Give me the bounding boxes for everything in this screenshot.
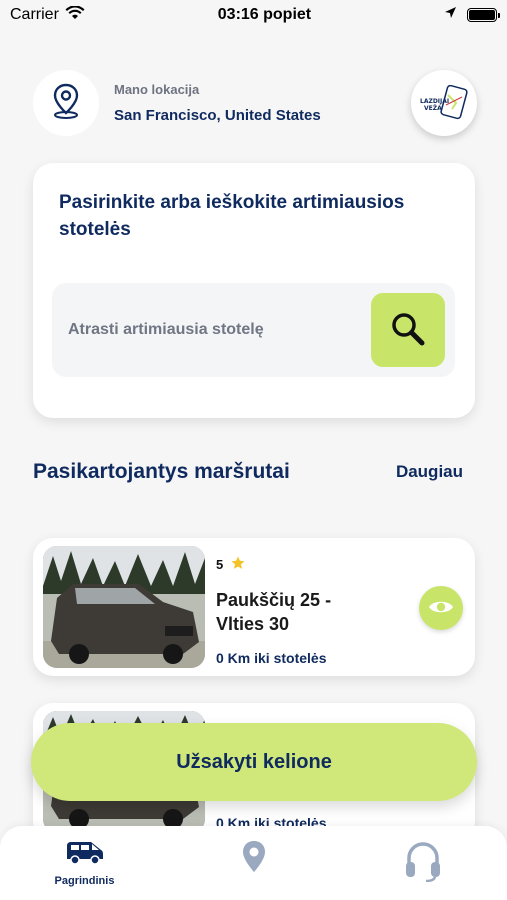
route-card[interactable]: 5 Paukščių 25 - Vlties 30 0 Km iki stote…	[33, 538, 475, 676]
location-arrow-icon	[444, 6, 457, 24]
location-icon-badge[interactable]	[33, 70, 99, 136]
routes-more-link[interactable]: Daugiau	[396, 462, 463, 482]
app-logo[interactable]: LAZDIJAI VEŽA	[411, 70, 477, 136]
logo-text-line2: VEŽA	[424, 104, 442, 112]
search-input[interactable]	[68, 283, 358, 377]
location-label: Mano lokacija	[114, 82, 200, 97]
status-bar: Carrier 03:16 popiet	[0, 0, 507, 30]
location-pin-icon	[241, 840, 267, 879]
star-icon	[231, 556, 245, 573]
tab-map[interactable]	[169, 826, 338, 900]
route-rating: 5	[216, 556, 245, 573]
clock: 03:16 popiet	[217, 6, 312, 23]
headphones-icon	[404, 840, 442, 887]
carrier-label: Carrier	[10, 6, 59, 23]
routes-section-header: Pasikartojantys maršrutai Daugiau	[33, 460, 463, 484]
search-button[interactable]	[371, 293, 445, 367]
location-row: Mano lokacija San Francisco, United Stat…	[33, 70, 477, 136]
logo-icon: LAZDIJAI VEŽA	[420, 85, 468, 120]
battery-icon	[467, 8, 500, 22]
van-icon	[65, 840, 105, 871]
tab-support[interactable]	[338, 826, 507, 900]
route-rating-value: 5	[216, 557, 224, 572]
search-card: Pasirinkite arba ieškokite artimiausios …	[33, 163, 475, 418]
route-distance: 0 Km iki stotelės	[216, 650, 327, 666]
tab-home[interactable]: Pagrindinis	[0, 826, 169, 900]
logo-text-line1: LAZDIJAI	[420, 98, 449, 105]
bottom-tab-bar: Pagrindinis	[0, 826, 507, 900]
route-name: Paukščių 25 - Vlties 30	[216, 590, 332, 634]
search-icon	[389, 310, 427, 351]
search-box	[52, 283, 455, 377]
search-card-title: Pasirinkite arba ieškokite artimiausios …	[59, 192, 405, 240]
location-value[interactable]: San Francisco, United States	[114, 107, 321, 124]
tab-home-label: Pagrindinis	[54, 875, 115, 887]
order-trip-button[interactable]: Užsakyti kelione	[31, 723, 477, 801]
view-route-button[interactable]	[419, 586, 463, 630]
eye-icon	[428, 598, 454, 619]
routes-section-title: Pasikartojantys maršrutai	[33, 460, 290, 483]
map-pin-icon	[49, 82, 83, 125]
route-vehicle-image	[43, 546, 205, 668]
wifi-icon	[65, 4, 85, 25]
